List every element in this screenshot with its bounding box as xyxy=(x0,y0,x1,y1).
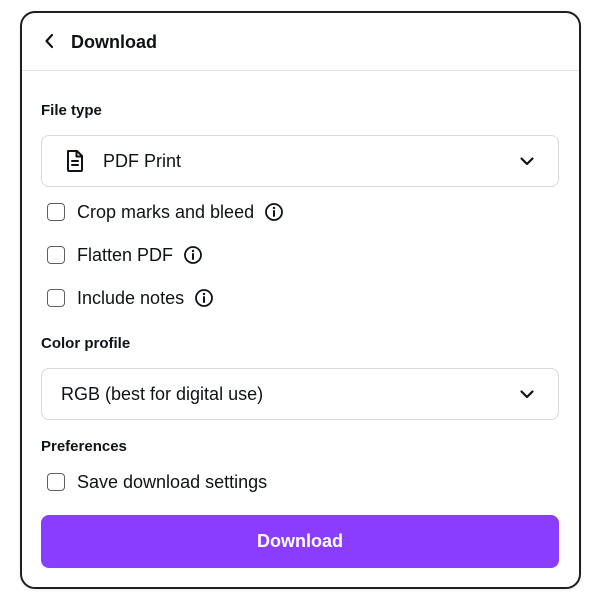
chevron-down-icon xyxy=(520,390,534,399)
chevron-down-icon xyxy=(520,157,534,166)
file-type-label: File type xyxy=(41,102,102,119)
flatten-pdf-checkbox[interactable] xyxy=(47,246,65,264)
file-type-select[interactable]: PDF Print xyxy=(41,135,559,187)
preferences-label: Preferences xyxy=(41,438,127,455)
info-icon[interactable] xyxy=(183,245,203,265)
option-save-settings: Save download settings xyxy=(47,469,267,495)
chevron-left-icon xyxy=(45,33,54,49)
option-flatten-pdf: Flatten PDF xyxy=(47,242,203,268)
color-profile-select[interactable]: RGB (best for digital use) xyxy=(41,368,559,420)
include-notes-label: Include notes xyxy=(77,288,185,308)
flatten-pdf-label: Flatten PDF xyxy=(77,245,174,265)
save-settings-label: Save download settings xyxy=(77,472,268,492)
crop-marks-label: Crop marks and bleed xyxy=(77,202,255,222)
color-profile-value: RGB (best for digital use) xyxy=(61,384,264,404)
file-type-value: PDF Print xyxy=(103,151,182,171)
download-button[interactable]: Download xyxy=(41,515,559,568)
info-icon[interactable] xyxy=(264,202,284,222)
save-settings-checkbox[interactable] xyxy=(47,473,65,491)
include-notes-checkbox[interactable] xyxy=(47,289,65,307)
color-profile-label: Color profile xyxy=(41,335,131,352)
crop-marks-checkbox[interactable] xyxy=(47,203,65,221)
page-title: Download xyxy=(71,32,157,52)
panel-header: Download xyxy=(22,13,579,71)
info-icon[interactable] xyxy=(194,288,214,308)
document-icon xyxy=(65,149,85,173)
download-panel: Download File type PDF Print Crop marks … xyxy=(20,11,581,589)
back-button[interactable] xyxy=(40,31,60,51)
option-include-notes: Include notes xyxy=(47,285,214,311)
option-crop-marks: Crop marks and bleed xyxy=(47,199,284,225)
